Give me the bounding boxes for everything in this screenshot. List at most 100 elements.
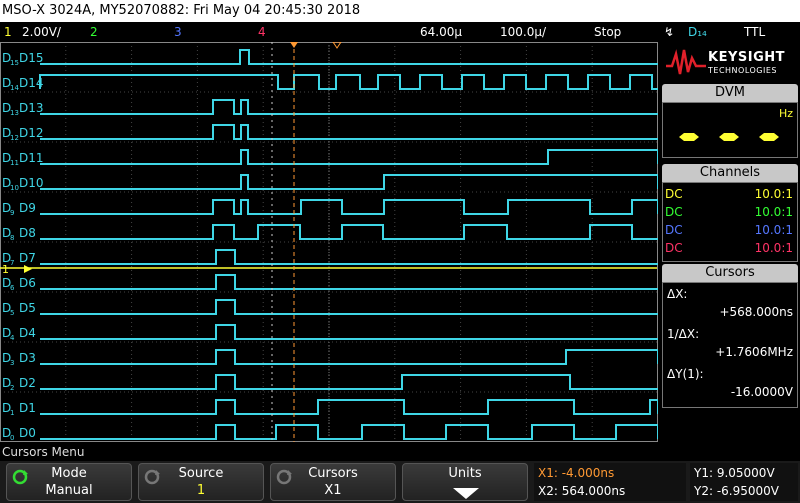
digital-trace-d14 — [39, 74, 658, 90]
channel-name-d11: D11 — [19, 151, 44, 165]
dvm-header[interactable]: DVM — [662, 84, 798, 102]
status-bar: 1 2.00V/ 2 3 4 64.00µ 100.0µ/ Stop ↯ D₁₄… — [0, 22, 800, 42]
digital-trace-d11 — [40, 149, 658, 165]
waveform-canvas: D15 D15D14 D14D13 D13D12 D12D11 D11D10 D10D9 D9… — [0, 42, 658, 442]
channel-name-d6: D6 — [19, 276, 36, 290]
channels-body: DC 10.0:1 DC 10.0:1 DC 10.0:1 DC 10.0:1 — [662, 182, 798, 262]
channel-label-sub: 15 — [10, 59, 19, 67]
channel-label-sub: 11 — [10, 159, 19, 167]
digital-trace-d12 — [40, 124, 658, 140]
keysight-logo: KEYSIGHT TECHNOLOGIES — [660, 42, 800, 82]
channel-label-sub: 12 — [10, 134, 19, 142]
channel-probe: 10.0:1 — [754, 241, 793, 255]
channel-label-sub: 1 — [10, 409, 14, 417]
ch3-indicator[interactable]: 3 — [174, 22, 182, 42]
inverse-delta-x-label: 1/ΔX: — [667, 327, 700, 341]
ch1-ground-arrow — [24, 265, 32, 273]
right-panel: KEYSIGHT TECHNOLOGIES DVM Hz Channels DC… — [660, 42, 800, 442]
ch1-ground-marker: 1 — [2, 263, 9, 276]
ch1-indicator[interactable]: 1 — [4, 22, 12, 42]
digital-trace-d7 — [40, 249, 658, 265]
channel-coupling: DC — [665, 241, 683, 255]
ch2-indicator[interactable]: 2 — [90, 22, 98, 42]
cursors-body: ΔX: +568.000ns 1/ΔX: +1.7606MHz ΔY(1): -… — [662, 282, 798, 408]
digital-trace-d10 — [40, 174, 658, 190]
digital-trace-d4 — [40, 324, 658, 340]
channel-row-3[interactable]: DC 10.0:1 — [665, 221, 793, 239]
brand-sub: TECHNOLOGIES — [708, 66, 777, 75]
channel-label-sub: 8 — [10, 234, 14, 242]
inverse-delta-x-value: +1.7606MHz — [715, 345, 793, 359]
delta-x-value: +568.000ns — [719, 305, 793, 319]
channel-label-sub: 13 — [10, 109, 19, 117]
softkey-bar: Mode Manual Source 1 Cursors X1 Units X1… — [0, 461, 800, 503]
channel-row-2[interactable]: DC 10.0:1 — [665, 203, 793, 221]
time-reference[interactable]: 64.00µ — [420, 22, 462, 42]
channel-probe: 10.0:1 — [754, 223, 793, 237]
channel-probe: 10.0:1 — [754, 187, 793, 201]
channel-coupling: DC — [665, 205, 683, 219]
mode-value: Manual — [45, 483, 93, 498]
channel-row-4[interactable]: DC 10.0:1 — [665, 239, 793, 257]
cursors-value: X1 — [324, 483, 342, 498]
digital-trace-d1 — [40, 399, 658, 415]
ch4-indicator[interactable]: 4 — [258, 22, 266, 42]
channel-coupling: DC — [665, 187, 683, 201]
channel-name-d4: D4 — [19, 326, 36, 340]
digital-trace-d9 — [40, 199, 658, 215]
arrow-down-icon — [453, 488, 479, 499]
channel-label-sub: 7 — [10, 259, 14, 267]
channel-label-sub: 0 — [10, 434, 14, 442]
waveform-display[interactable]: D 15 D15 D 14 D14 D 13 D13 D 12 D12 D 11 D11 D 10 D10 D 9 D9… — [0, 42, 658, 442]
channel-name-d7: D7 — [19, 251, 36, 265]
cursor-x1-marker — [290, 42, 298, 48]
units-softkey[interactable]: Units — [402, 463, 528, 501]
cursor-y1-value: Y1: 9.05000V — [694, 466, 775, 480]
digital-trace-d5 — [40, 299, 658, 315]
source-title: Source — [178, 466, 224, 481]
keysight-wave-icon — [666, 49, 706, 75]
trigger-edge-icon: ↯ — [664, 25, 675, 39]
channel-label-sub: 3 — [10, 359, 14, 367]
channel-row-1[interactable]: DC 10.0:1 — [665, 185, 793, 203]
cursor-y2-value: Y2: -6.95000V — [694, 484, 779, 498]
digital-trace-d2 — [40, 374, 658, 390]
delta-x-label: ΔX: — [667, 287, 688, 301]
channel-name-d10: D10 — [19, 176, 44, 190]
channel-label-sub: 6 — [10, 284, 15, 292]
mode-title: Mode — [51, 466, 87, 481]
cursors-softkey[interactable]: Cursors X1 — [270, 463, 396, 501]
delta-y-value: -16.0000V — [730, 385, 793, 399]
channel-label-sub: 4 — [10, 334, 15, 342]
units-title: Units — [448, 466, 482, 481]
dvm-dashes — [679, 133, 779, 141]
channel-name-d15: D15 — [19, 51, 44, 65]
source-value: 1 — [196, 483, 206, 498]
source-softkey[interactable]: Source 1 — [138, 463, 264, 501]
cursors-header[interactable]: Cursors — [662, 264, 798, 282]
run-state[interactable]: Stop — [594, 22, 621, 42]
cursor-x2-value: X2: 564.000ns — [538, 484, 626, 498]
trigger-source[interactable]: D₁₄ — [688, 22, 707, 42]
trigger-level[interactable]: TTL — [744, 22, 765, 42]
time-scale[interactable]: 100.0µ/ — [500, 22, 546, 42]
dvm-unit: Hz — [778, 107, 793, 120]
channel-probe: 10.0:1 — [754, 205, 793, 219]
menu-title: Cursors Menu — [0, 443, 800, 461]
channel-name-d12: D12 — [19, 126, 44, 140]
mode-softkey[interactable]: Mode Manual — [6, 463, 132, 501]
channel-label-sub: 2 — [10, 384, 14, 392]
cursor-x-readout: X1: -4.000ns X2: 564.000ns — [534, 463, 686, 501]
channel-name-d2: D2 — [19, 376, 36, 390]
cursors-title: Cursors — [308, 466, 358, 481]
digital-trace-d3 — [40, 349, 658, 365]
cursor-y-readout: Y1: 9.05000V Y2: -6.95000V — [690, 463, 798, 501]
dvm-body: Hz — [662, 102, 798, 158]
channel-name-d8: D8 — [19, 226, 36, 240]
digital-trace-d8 — [40, 224, 658, 240]
channel-name-d0: D0 — [19, 426, 36, 440]
digital-trace-d13 — [40, 99, 658, 115]
ch1-scale[interactable]: 2.00V/ — [22, 22, 61, 42]
channel-name-d3: D3 — [19, 351, 36, 365]
channels-header[interactable]: Channels — [662, 164, 798, 182]
